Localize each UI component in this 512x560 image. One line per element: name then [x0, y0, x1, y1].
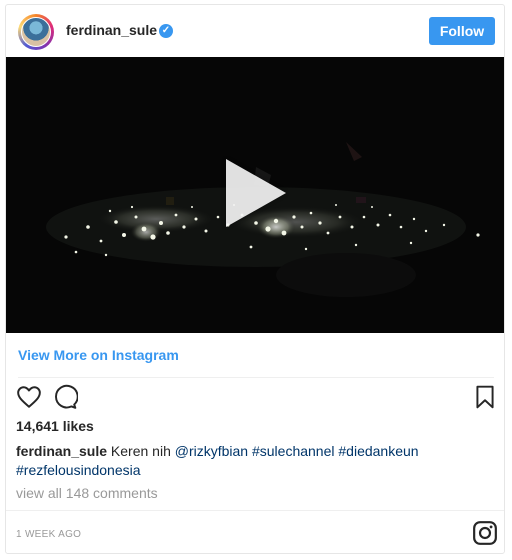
caption: ferdinan_sule Keren nih @rizkyfbian #sul…	[16, 442, 486, 480]
caption-mention[interactable]: @rizkyfbian	[175, 443, 248, 459]
divider	[18, 377, 494, 378]
instagram-embed-card: ferdinan_sule ✓ Follow View More on Inst…	[5, 4, 505, 554]
avatar[interactable]	[18, 14, 54, 50]
footer-divider	[6, 510, 504, 511]
likes-count[interactable]: 14,641 likes	[16, 418, 94, 434]
bookmark-icon[interactable]	[472, 384, 498, 410]
avatar-image	[21, 17, 51, 47]
video-player[interactable]	[6, 57, 504, 333]
comment-icon[interactable]	[52, 384, 78, 410]
post-header: ferdinan_sule ✓ Follow	[6, 5, 504, 59]
play-icon[interactable]	[226, 159, 286, 227]
post-timestamp[interactable]: 1 WEEK AGO	[16, 529, 81, 540]
caption-hashtag[interactable]: #diedankeun	[338, 443, 418, 459]
caption-username[interactable]: ferdinan_sule	[16, 443, 107, 459]
view-more-link[interactable]: View More on Instagram	[18, 347, 179, 363]
caption-text: Keren nih	[110, 443, 171, 459]
instagram-logo-icon[interactable]	[472, 520, 498, 546]
view-comments-link[interactable]: view all 148 comments	[16, 485, 158, 501]
username[interactable]: ferdinan_sule	[66, 22, 157, 38]
heart-icon[interactable]	[16, 384, 42, 410]
follow-button[interactable]: Follow	[429, 17, 495, 45]
caption-hashtag[interactable]: #sulechannel	[252, 443, 335, 459]
caption-hashtag[interactable]: #rezfelousindonesia	[16, 462, 141, 478]
verified-badge-icon: ✓	[159, 24, 173, 38]
